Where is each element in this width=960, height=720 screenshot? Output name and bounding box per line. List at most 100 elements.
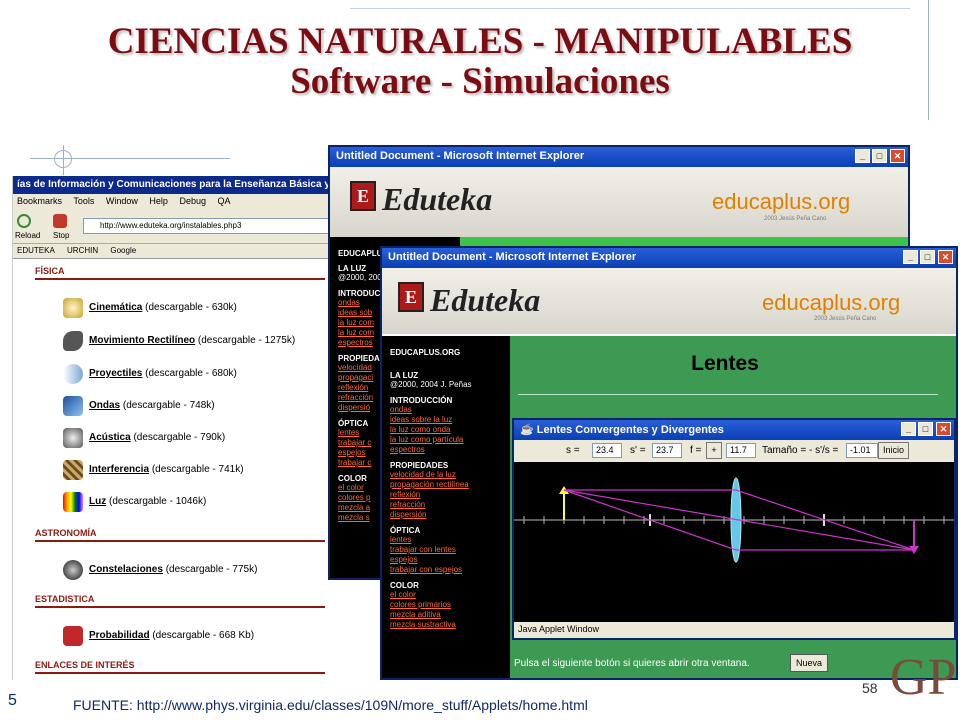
s-input[interactable]: 23.4 — [592, 443, 622, 458]
menu-qa[interactable]: QA — [218, 196, 231, 206]
sp-label: s' = — [630, 445, 646, 456]
side-link[interactable]: lentes — [390, 535, 502, 545]
side-link[interactable]: espectros — [390, 445, 502, 455]
close-button[interactable]: ✕ — [890, 149, 905, 163]
item-link[interactable]: Proyectiles — [89, 368, 142, 379]
side-link[interactable]: reflexión — [390, 490, 502, 500]
side-link[interactable]: dispersión — [390, 510, 502, 520]
menu-bookmarks[interactable]: Bookmarks — [17, 196, 62, 206]
page-number: 58 — [862, 680, 878, 696]
link-urchin[interactable]: URCHIN — [67, 246, 98, 255]
ie-front-banner: E Eduteka educaplus.org 2003 Jesús Peña … — [382, 268, 956, 334]
eduteka-logo-text: Eduteka — [382, 181, 493, 217]
address-bar[interactable]: http://www.eduteka.org/instalables.php3 — [83, 218, 333, 234]
item-link[interactable]: Probabilidad — [89, 630, 150, 641]
item-link[interactable]: Luz — [89, 496, 106, 507]
side-link[interactable]: refracción — [390, 500, 502, 510]
gp-logo: GP — [890, 649, 957, 706]
list-item[interactable]: Ondas (descargable - 748k) — [89, 400, 215, 411]
side-link[interactable]: colores primarios — [390, 600, 502, 610]
side-link[interactable]: espejos — [390, 555, 502, 565]
stop-icon[interactable] — [53, 214, 67, 228]
side-link[interactable]: ideas sobre la luz — [390, 415, 502, 425]
side-link[interactable]: velocidad de la luz — [390, 470, 502, 480]
item-size: (descargable - 668 Kb) — [152, 630, 255, 641]
address-text: http://www.eduteka.org/instalables.php3 — [100, 221, 242, 230]
size-label: Tamaño = - s'/s = — [762, 445, 839, 456]
section-estadistica-rule — [35, 606, 325, 608]
list-item[interactable]: Interferencia (descargable - 741k) — [89, 464, 244, 475]
ie-back-title: Untitled Document - Microsoft Internet E… — [336, 150, 585, 162]
section-enlaces-rule — [35, 672, 325, 674]
left-browser-menubar: Bookmarks Tools Window Help Debug QA — [13, 194, 342, 210]
side-link[interactable]: propagación rectilínea — [390, 480, 502, 490]
ie-front-title: Untitled Document - Microsoft Internet E… — [388, 251, 637, 263]
item-size: (descargable - 748k) — [122, 400, 215, 411]
maximize-button[interactable]: □ — [920, 250, 935, 264]
item-size: (descargable - 680k) — [145, 368, 237, 379]
link-google[interactable]: Google — [110, 246, 136, 255]
list-item[interactable]: Constelaciones (descargable - 775k) — [89, 564, 257, 575]
list-item[interactable]: Luz (descargable - 1046k) — [89, 496, 206, 507]
reload-icon[interactable] — [17, 214, 31, 228]
section-fisica-rule — [35, 278, 325, 280]
wave-icon — [63, 396, 83, 416]
item-link[interactable]: Ondas — [89, 400, 120, 411]
item-link[interactable]: Cinemática — [89, 302, 142, 313]
menu-window[interactable]: Window — [106, 196, 138, 206]
list-item[interactable]: Movimiento Rectilíneo (descargable - 127… — [89, 335, 295, 346]
side-topic: LA LUZ — [390, 371, 419, 380]
educaplus-copyright: 2003 Jesús Peña Cano — [764, 216, 827, 222]
side-link[interactable]: trabajar con espejos — [390, 565, 502, 575]
side-link[interactable]: la luz como onda — [390, 425, 502, 435]
side-link[interactable]: mezcla sustractiva — [390, 620, 502, 630]
slide-index: 5 — [8, 692, 17, 709]
link-eduteka[interactable]: EDUTEKA — [17, 246, 55, 255]
eduteka-logo-text: Eduteka — [430, 282, 541, 318]
item-link[interactable]: Constelaciones — [89, 564, 163, 575]
crosshair-circle — [54, 150, 72, 168]
eduteka-logo-icon: E — [398, 282, 424, 312]
item-size: (descargable - 775k) — [165, 564, 258, 575]
section-fisica: FÍSICA — [35, 266, 65, 276]
close-button[interactable]: ✕ — [936, 422, 951, 436]
start-button[interactable]: Inicio — [878, 442, 910, 459]
projectile-icon — [63, 364, 83, 384]
list-item[interactable]: Probabilidad (descargable - 668 Kb) — [89, 630, 254, 641]
lens-ray-diagram — [514, 477, 954, 563]
links-bar: EDUTEKA URCHIN Google — [13, 244, 342, 259]
slide-rule-top — [350, 8, 910, 9]
f-input[interactable]: 11.7 — [726, 443, 756, 458]
size-output: -1.01 — [846, 443, 878, 458]
f-label: f = — [690, 445, 702, 456]
educaplus-copyright: 2003 Jesús Peña Cano — [814, 316, 877, 322]
list-item[interactable]: Proyectiles (descargable - 680k) — [89, 368, 237, 379]
section-astronomia: ASTRONOMÍA — [35, 528, 97, 538]
minimize-button[interactable]: _ — [903, 250, 918, 264]
item-link[interactable]: Interferencia — [89, 464, 149, 475]
maximize-button[interactable]: □ — [918, 422, 933, 436]
item-link[interactable]: Acústica — [89, 432, 131, 443]
close-button[interactable]: ✕ — [938, 250, 953, 264]
side-link[interactable]: ondas — [390, 405, 502, 415]
applet-titlebar: ☕ Lentes Convergentes y Divergentes _ □ … — [514, 420, 954, 440]
lens-sign-button[interactable]: + — [706, 442, 722, 459]
new-window-button[interactable]: Nueva — [790, 654, 828, 672]
maximize-button[interactable]: □ — [872, 149, 887, 163]
menu-debug[interactable]: Debug — [179, 196, 206, 206]
side-link[interactable]: trabajar con lentes — [390, 545, 502, 555]
list-item[interactable]: Acústica (descargable - 790k) — [89, 432, 225, 443]
minimize-button[interactable]: _ — [901, 422, 916, 436]
list-item[interactable]: Cinemática (descargable - 630k) — [89, 302, 237, 313]
sp-input[interactable]: 23.7 — [652, 443, 682, 458]
section-estadistica: ESTADISTICA — [35, 594, 95, 604]
side-link[interactable]: la luz como partícula — [390, 435, 502, 445]
ie-front-sidebar: EDUCAPLUS.ORG LA LUZ @2000, 2004 J. Peña… — [382, 336, 510, 678]
item-link[interactable]: Movimiento Rectilíneo — [89, 335, 195, 346]
side-link[interactable]: el color — [390, 590, 502, 600]
side-link[interactable]: mezcla aditiva — [390, 610, 502, 620]
menu-help[interactable]: Help — [149, 196, 168, 206]
item-size: (descargable - 1046k) — [109, 496, 207, 507]
menu-tools[interactable]: Tools — [73, 196, 94, 206]
minimize-button[interactable]: _ — [855, 149, 870, 163]
